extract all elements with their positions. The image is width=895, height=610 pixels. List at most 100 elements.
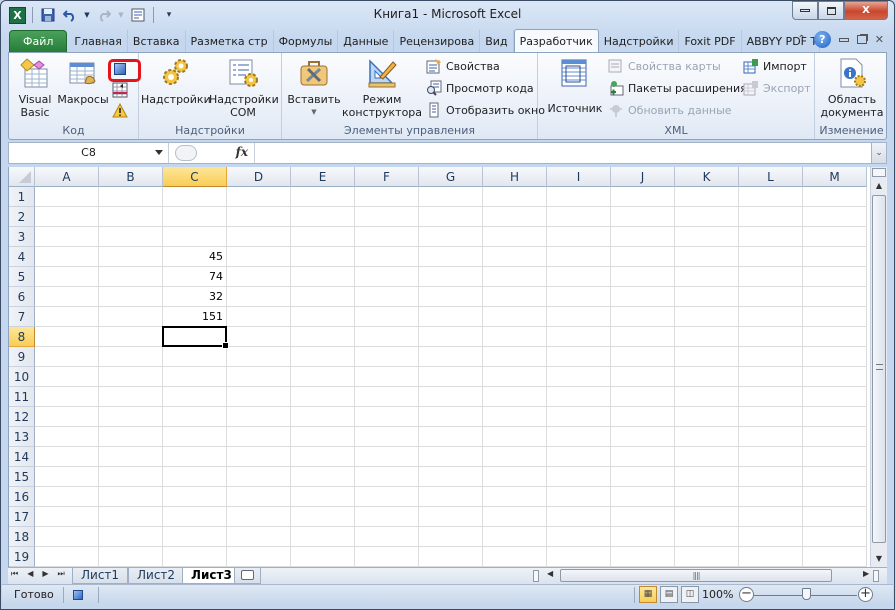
cell-k11[interactable] <box>675 387 739 407</box>
cell-f11[interactable] <box>355 387 419 407</box>
zoom-level[interactable]: 100% <box>702 588 733 601</box>
row-header-18[interactable]: 18 <box>9 527 35 547</box>
cell-c14[interactable] <box>163 447 227 467</box>
expansion-packs-button[interactable]: Пакеты расширения <box>608 80 747 96</box>
cell-b16[interactable] <box>99 487 163 507</box>
cell-g11[interactable] <box>419 387 483 407</box>
cell-i17[interactable] <box>547 507 611 527</box>
cell-g8[interactable] <box>419 327 483 347</box>
cell-d16[interactable] <box>227 487 291 507</box>
cell-l8[interactable] <box>739 327 803 347</box>
workbook-close-icon[interactable]: ✕ <box>875 33 884 46</box>
cell-g6[interactable] <box>419 287 483 307</box>
cell-h6[interactable] <box>483 287 547 307</box>
cell-l15[interactable] <box>739 467 803 487</box>
cell-i10[interactable] <box>547 367 611 387</box>
cell-f4[interactable] <box>355 247 419 267</box>
tab-home[interactable]: Главная <box>69 30 128 53</box>
cell-h13[interactable] <box>483 427 547 447</box>
cell-k10[interactable] <box>675 367 739 387</box>
cell-b10[interactable] <box>99 367 163 387</box>
cell-m15[interactable] <box>803 467 867 487</box>
cell-c8[interactable] <box>163 327 227 347</box>
cell-k3[interactable] <box>675 227 739 247</box>
cell-g17[interactable] <box>419 507 483 527</box>
cell-a7[interactable] <box>35 307 99 327</box>
cell-l4[interactable] <box>739 247 803 267</box>
cell-j7[interactable] <box>611 307 675 327</box>
insert-control-button[interactable]: Вставить ▼ <box>286 57 342 119</box>
cell-b4[interactable] <box>99 247 163 267</box>
last-sheet-icon[interactable]: ⏭ <box>58 569 65 579</box>
cell-j13[interactable] <box>611 427 675 447</box>
cell-h4[interactable] <box>483 247 547 267</box>
scroll-down-icon[interactable]: ▼ <box>871 552 887 566</box>
workbook-restore-icon[interactable] <box>856 35 867 44</box>
cell-d2[interactable] <box>227 207 291 227</box>
cell-b11[interactable] <box>99 387 163 407</box>
cell-b15[interactable] <box>99 467 163 487</box>
cell-k14[interactable] <box>675 447 739 467</box>
cell-f12[interactable] <box>355 407 419 427</box>
cell-h16[interactable] <box>483 487 547 507</box>
cell-g1[interactable] <box>419 187 483 207</box>
cell-c18[interactable] <box>163 527 227 547</box>
cell-l13[interactable] <box>739 427 803 447</box>
form-icon[interactable] <box>129 6 147 24</box>
cell-a4[interactable] <box>35 247 99 267</box>
cell-b1[interactable] <box>99 187 163 207</box>
scroll-left-icon[interactable]: ◀ <box>547 569 553 578</box>
normal-view-icon[interactable]: ▦ <box>639 586 657 603</box>
cell-k15[interactable] <box>675 467 739 487</box>
cell-i9[interactable] <box>547 347 611 367</box>
tab-file[interactable]: Файл <box>9 30 68 53</box>
prev-sheet-icon[interactable]: ◀ <box>27 569 33 579</box>
formula-bar-resize-handle[interactable] <box>175 145 197 161</box>
cell-d19[interactable] <box>227 547 291 567</box>
cell-k13[interactable] <box>675 427 739 447</box>
column-header-l[interactable]: L <box>739 167 803 187</box>
cell-g4[interactable] <box>419 247 483 267</box>
cell-k7[interactable] <box>675 307 739 327</box>
cell-e19[interactable] <box>291 547 355 567</box>
run-dialog-button[interactable]: Отобразить окно <box>426 102 545 118</box>
zoom-in-icon[interactable]: + <box>858 587 873 602</box>
cell-j9[interactable] <box>611 347 675 367</box>
cell-g9[interactable] <box>419 347 483 367</box>
cell-d17[interactable] <box>227 507 291 527</box>
tab-developer[interactable]: Разработчик <box>513 29 599 53</box>
cell-m14[interactable] <box>803 447 867 467</box>
page-break-view-icon[interactable]: ◫ <box>681 586 699 603</box>
row-header-13[interactable]: 13 <box>9 427 35 447</box>
cell-h3[interactable] <box>483 227 547 247</box>
cell-d4[interactable] <box>227 247 291 267</box>
cell-h8[interactable] <box>483 327 547 347</box>
horizontal-scroll-thumb[interactable]: |||| <box>560 569 832 582</box>
cell-m3[interactable] <box>803 227 867 247</box>
cell-i8[interactable] <box>547 327 611 347</box>
cell-m18[interactable] <box>803 527 867 547</box>
scroll-right-icon[interactable]: ▶ <box>863 569 869 578</box>
tab-formulas[interactable]: Формулы <box>274 30 339 53</box>
cell-e16[interactable] <box>291 487 355 507</box>
cell-a8[interactable] <box>35 327 99 347</box>
cell-g5[interactable] <box>419 267 483 287</box>
cell-a5[interactable] <box>35 267 99 287</box>
cell-j15[interactable] <box>611 467 675 487</box>
cell-l14[interactable] <box>739 447 803 467</box>
document-panel-button[interactable]: Область документа <box>819 57 885 119</box>
cell-e2[interactable] <box>291 207 355 227</box>
cell-m2[interactable] <box>803 207 867 227</box>
cell-e18[interactable] <box>291 527 355 547</box>
cell-h18[interactable] <box>483 527 547 547</box>
row-header-15[interactable]: 15 <box>9 467 35 487</box>
cell-k17[interactable] <box>675 507 739 527</box>
cell-b2[interactable] <box>99 207 163 227</box>
cell-l6[interactable] <box>739 287 803 307</box>
cell-a14[interactable] <box>35 447 99 467</box>
cell-l16[interactable] <box>739 487 803 507</box>
cell-i16[interactable] <box>547 487 611 507</box>
cell-c12[interactable] <box>163 407 227 427</box>
cell-l10[interactable] <box>739 367 803 387</box>
cell-b9[interactable] <box>99 347 163 367</box>
